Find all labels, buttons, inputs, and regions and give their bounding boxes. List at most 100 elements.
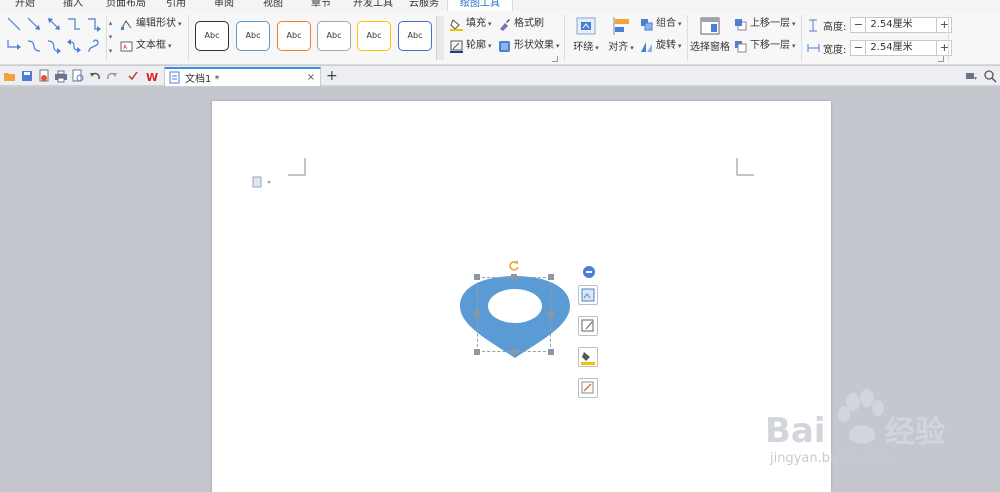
align-button[interactable]: 对齐 ▾ <box>605 17 637 53</box>
chevron-down-icon: ▾ <box>792 42 796 50</box>
bring-forward-button[interactable]: 上移一层 ▾ <box>734 16 796 32</box>
dialog-launcher-icon[interactable] <box>938 56 944 62</box>
print-preview-icon[interactable] <box>71 69 85 83</box>
outline-button[interactable]: 轮廓 ▾ <box>450 38 492 54</box>
gallery-scroll[interactable]: ▴ ▾ ▾ <box>106 16 114 60</box>
open-folder-icon[interactable] <box>3 69 17 83</box>
height-control: 高度: − 2.54厘米 + <box>807 17 953 33</box>
menu-tab-cloud[interactable]: 云服务 <box>409 0 439 11</box>
outline-float-button[interactable] <box>578 378 598 398</box>
close-icon[interactable]: × <box>305 72 317 83</box>
shape-style-2[interactable]: Abc <box>236 21 270 51</box>
curved-double-arrow-icon[interactable] <box>66 38 82 54</box>
resize-handle-top-right[interactable] <box>548 274 554 280</box>
chevron-up-icon[interactable]: ▴ <box>107 16 114 30</box>
elbow-double-arrow-icon[interactable] <box>6 38 22 54</box>
document-workspace[interactable]: Bai 经验 jingyan.baidu.com <box>0 87 1000 492</box>
line-icon[interactable] <box>6 16 22 32</box>
chevron-down-icon[interactable]: ▾ <box>107 30 114 44</box>
svg-text:经验: 经验 <box>885 415 945 450</box>
wrap-layout-button[interactable] <box>578 285 598 305</box>
freeform-curve-icon[interactable] <box>86 38 102 54</box>
rotate-button[interactable]: 旋转 ▾ <box>640 38 682 54</box>
width-field[interactable]: − 2.54厘米 + <box>850 40 953 56</box>
chevron-down-icon: ▾ <box>792 20 796 28</box>
text-box-button[interactable]: A 文本框 ▾ <box>120 38 172 54</box>
edit-shape-button[interactable]: 编辑形状 ▾ <box>120 16 182 32</box>
double-arrow-line-icon[interactable] <box>46 16 62 32</box>
shape-style-6[interactable]: Abc <box>398 21 432 51</box>
curved-arrow-connector-icon[interactable] <box>46 38 62 54</box>
height-decrease-button[interactable]: − <box>851 18 865 32</box>
elbow-connector-icon[interactable] <box>66 16 82 32</box>
collapse-icon[interactable] <box>583 266 595 278</box>
document-page[interactable] <box>212 101 831 492</box>
curved-connector-icon[interactable] <box>26 38 42 54</box>
bring-forward-label: 上移一层 <box>750 18 790 29</box>
rotate-handle-icon[interactable] <box>508 259 520 271</box>
redo-icon[interactable] <box>105 69 119 83</box>
width-input[interactable]: 2.54厘米 <box>865 41 938 55</box>
menu-tab-references[interactable]: 引用 <box>166 0 186 11</box>
menu-tab-view[interactable]: 视图 <box>263 0 283 11</box>
more-icon[interactable]: ▾ <box>107 44 114 58</box>
export-pdf-icon[interactable] <box>37 69 51 83</box>
customize-toolbar-icon[interactable] <box>126 69 140 83</box>
height-increase-button[interactable]: + <box>937 18 951 32</box>
new-tab-button[interactable]: + <box>326 68 338 84</box>
menu-tab-page-layout[interactable]: 页面布局 <box>106 0 146 11</box>
resize-handle-top-left[interactable] <box>474 274 480 280</box>
align-icon <box>610 17 632 35</box>
paste-options-icon[interactable] <box>252 176 274 188</box>
arrow-line-icon[interactable] <box>26 16 42 32</box>
selection-pane-label: 选择窗格 <box>690 42 730 53</box>
menu-tab-drawing-tools[interactable]: 绘图工具 <box>447 0 513 11</box>
document-tab[interactable]: 文档1 * × <box>164 67 321 86</box>
wps-logo-icon[interactable]: W <box>145 69 159 83</box>
wrap-button[interactable]: 环绕 ▾ <box>570 17 602 53</box>
resize-handle-right[interactable] <box>548 311 554 317</box>
group-button[interactable]: 组合 ▾ <box>640 16 682 32</box>
wrap-label: 环绕 ▾ <box>573 42 599 53</box>
shape-style-3[interactable]: Abc <box>277 21 311 51</box>
chevron-down-icon: ▾ <box>678 42 682 50</box>
fill-button[interactable]: 填充 ▾ <box>450 16 492 32</box>
menu-tab-home[interactable]: 开始 <box>15 0 35 11</box>
divider <box>948 15 949 61</box>
shape-style-4[interactable]: Abc <box>317 21 351 51</box>
shape-effects-button[interactable]: 形状效果 ▾ <box>498 38 560 54</box>
dropdown-menu-icon[interactable] <box>964 69 978 83</box>
style-gallery-scroll[interactable] <box>436 16 444 60</box>
resize-handle-top[interactable] <box>511 274 517 280</box>
save-icon[interactable] <box>20 69 34 83</box>
height-input[interactable]: 2.54厘米 <box>865 18 938 32</box>
print-icon[interactable] <box>54 69 68 83</box>
resize-handle-bottom-left[interactable] <box>474 349 480 355</box>
svg-text:W: W <box>146 71 158 83</box>
width-decrease-button[interactable]: − <box>851 41 865 55</box>
search-icon[interactable] <box>983 69 997 83</box>
menu-tab-section[interactable]: 章节 <box>311 0 331 11</box>
width-increase-button[interactable]: + <box>937 41 951 55</box>
menu-tab-review[interactable]: 审阅 <box>214 0 234 11</box>
chevron-down-icon: ▾ <box>168 42 172 50</box>
resize-handle-bottom-right[interactable] <box>548 349 554 355</box>
shape-style-1[interactable]: Abc <box>195 21 229 51</box>
shape-effects-icon <box>499 40 510 52</box>
format-painter-button[interactable]: 格式刷 <box>498 16 544 32</box>
menu-tab-insert[interactable]: 插入 <box>63 0 83 11</box>
edit-shape-float-button[interactable] <box>578 316 598 336</box>
rotate-icon <box>641 41 652 52</box>
document-tab-title: 文档1 * <box>185 74 220 85</box>
menu-tab-developer[interactable]: 开发工具 <box>353 0 393 11</box>
resize-handle-bottom[interactable] <box>511 349 517 355</box>
dialog-launcher-icon[interactable] <box>552 56 558 62</box>
shape-style-5[interactable]: Abc <box>357 21 391 51</box>
height-field[interactable]: − 2.54厘米 + <box>850 17 953 33</box>
send-backward-button[interactable]: 下移一层 ▾ <box>734 38 796 54</box>
elbow-arrow-connector-icon[interactable] <box>86 16 102 32</box>
selection-pane-button[interactable]: 选择窗格 <box>690 17 730 53</box>
resize-handle-left[interactable] <box>474 311 480 317</box>
fill-float-button[interactable] <box>578 347 598 367</box>
undo-icon[interactable] <box>88 69 102 83</box>
